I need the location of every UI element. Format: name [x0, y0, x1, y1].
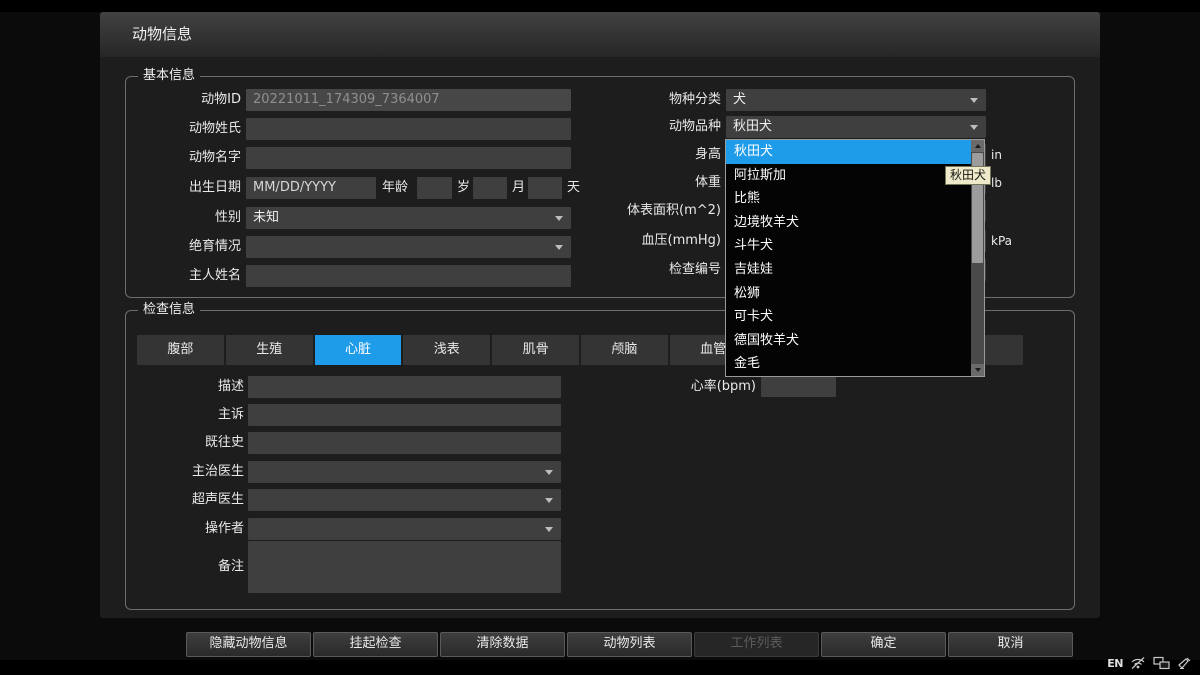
- description-field[interactable]: [248, 376, 561, 398]
- suspend-exam-button[interactable]: 挂起检查: [313, 632, 438, 657]
- clear-data-button[interactable]: 清除数据: [440, 632, 565, 657]
- network-screens-icon: [1153, 656, 1170, 670]
- history-field[interactable]: [248, 432, 561, 454]
- operator-combobox[interactable]: [248, 518, 561, 540]
- status-bar: EN: [1107, 656, 1192, 670]
- cancel-button[interactable]: 取消: [948, 632, 1073, 657]
- hide-animal-info-button[interactable]: 隐藏动物信息: [186, 632, 311, 657]
- breed-option-cocker[interactable]: 可卡犬: [726, 305, 984, 329]
- breed-option-chow-chow[interactable]: 松狮: [726, 282, 984, 306]
- owner-label: 主人姓名: [126, 265, 241, 287]
- blood-pressure-unit: kPa: [991, 230, 1012, 252]
- chevron-down-icon: [970, 98, 978, 103]
- species-combobox[interactable]: 犬: [726, 89, 986, 111]
- exam-info-group-title: 检查信息: [138, 302, 200, 318]
- dialog-titlebar: 动物信息: [100, 12, 1100, 57]
- breed-option-bichon[interactable]: 比熊: [726, 187, 984, 211]
- weight-label: 体重: [506, 172, 721, 194]
- tab-superficial[interactable]: 浅表: [403, 335, 490, 365]
- comment-field[interactable]: [248, 541, 561, 593]
- scroll-down-icon[interactable]: [971, 364, 984, 376]
- chevron-down-icon: [970, 125, 978, 130]
- animal-id-label: 动物ID: [126, 89, 241, 111]
- weight-unit: lb: [991, 172, 1002, 194]
- tab-cardiac[interactable]: 心脏: [315, 335, 402, 365]
- tab-abdomen[interactable]: 腹部: [137, 335, 224, 365]
- bottom-strip: [0, 660, 1200, 675]
- attending-doctor-combobox[interactable]: [248, 461, 561, 483]
- last-name-label: 动物姓氏: [126, 118, 241, 140]
- exam-id-label: 检查编号: [506, 259, 721, 281]
- blood-pressure-label: 血压(mmHg): [506, 230, 721, 252]
- age-months-field[interactable]: [473, 177, 507, 199]
- animal-list-button[interactable]: 动物列表: [567, 632, 692, 657]
- tab-reproduction[interactable]: 生殖: [226, 335, 313, 365]
- breed-combobox[interactable]: 秋田犬: [726, 116, 986, 138]
- breed-option-bulldog[interactable]: 斗牛犬: [726, 234, 984, 258]
- basic-info-group-title: 基本信息: [138, 68, 200, 84]
- age-years-unit: 岁: [457, 177, 473, 199]
- worklist-button: 工作列表: [694, 632, 819, 657]
- comment-label: 备注: [126, 556, 244, 578]
- beam-horn-icon: [1177, 656, 1192, 670]
- birth-date-placeholder: MM/DD/YYYY: [246, 177, 376, 199]
- breed-label: 动物品种: [506, 116, 721, 138]
- ok-button[interactable]: 确定: [821, 632, 946, 657]
- breed-option-border-collie[interactable]: 边境牧羊犬: [726, 211, 984, 235]
- heart-rate-field[interactable]: [761, 377, 836, 397]
- species-label: 物种分类: [506, 89, 721, 111]
- bsa-label: 体表面积(m^2): [506, 200, 721, 222]
- animal-info-dialog: 动物信息 基本信息 动物ID 20221011_174309_7364007 动…: [100, 12, 1100, 618]
- birth-date-field[interactable]: MM/DD/YYYY: [246, 177, 376, 199]
- scroll-up-icon[interactable]: [971, 140, 984, 152]
- chevron-down-icon: [545, 498, 553, 503]
- wifi-disconnected-icon: [1130, 656, 1146, 670]
- history-label: 既往史: [126, 432, 244, 454]
- gender-label: 性别: [126, 207, 241, 229]
- breed-option-golden-retriever[interactable]: 金毛: [726, 352, 984, 376]
- birth-date-label: 出生日期: [126, 177, 241, 199]
- top-strip: [0, 0, 1200, 12]
- breed-option-chihuahua[interactable]: 吉娃娃: [726, 258, 984, 282]
- language-indicator: EN: [1107, 657, 1123, 670]
- dialog-button-row: 隐藏动物信息 挂起检查 清除数据 动物列表 工作列表 确定 取消: [186, 632, 1073, 657]
- neuter-label: 绝育情况: [126, 236, 241, 258]
- breed-tooltip: 秋田犬: [945, 166, 991, 185]
- breed-option-akita[interactable]: 秋田犬: [726, 140, 984, 164]
- first-name-label: 动物名字: [126, 147, 241, 169]
- attending-doctor-label: 主治医生: [126, 461, 244, 483]
- dialog-title: 动物信息: [132, 12, 192, 57]
- height-unit: in: [991, 144, 1002, 166]
- description-label: 描述: [126, 376, 244, 398]
- height-label: 身高: [506, 144, 721, 166]
- chevron-down-icon: [545, 527, 553, 532]
- chief-complaint-field[interactable]: [248, 404, 561, 426]
- breed-option-german-shepherd[interactable]: 德国牧羊犬: [726, 329, 984, 353]
- age-label: 年龄: [382, 177, 412, 199]
- age-years-field[interactable]: [417, 177, 452, 199]
- ultrasound-doctor-combobox[interactable]: [248, 489, 561, 511]
- ultrasound-doctor-label: 超声医生: [126, 489, 244, 511]
- heart-rate-label: 心率(bpm): [566, 376, 756, 398]
- tab-cranial[interactable]: 颅脑: [581, 335, 668, 365]
- operator-label: 操作者: [126, 518, 244, 540]
- chief-complaint-label: 主诉: [126, 404, 244, 426]
- tab-musculoskeletal[interactable]: 肌骨: [492, 335, 579, 365]
- chevron-down-icon: [545, 470, 553, 475]
